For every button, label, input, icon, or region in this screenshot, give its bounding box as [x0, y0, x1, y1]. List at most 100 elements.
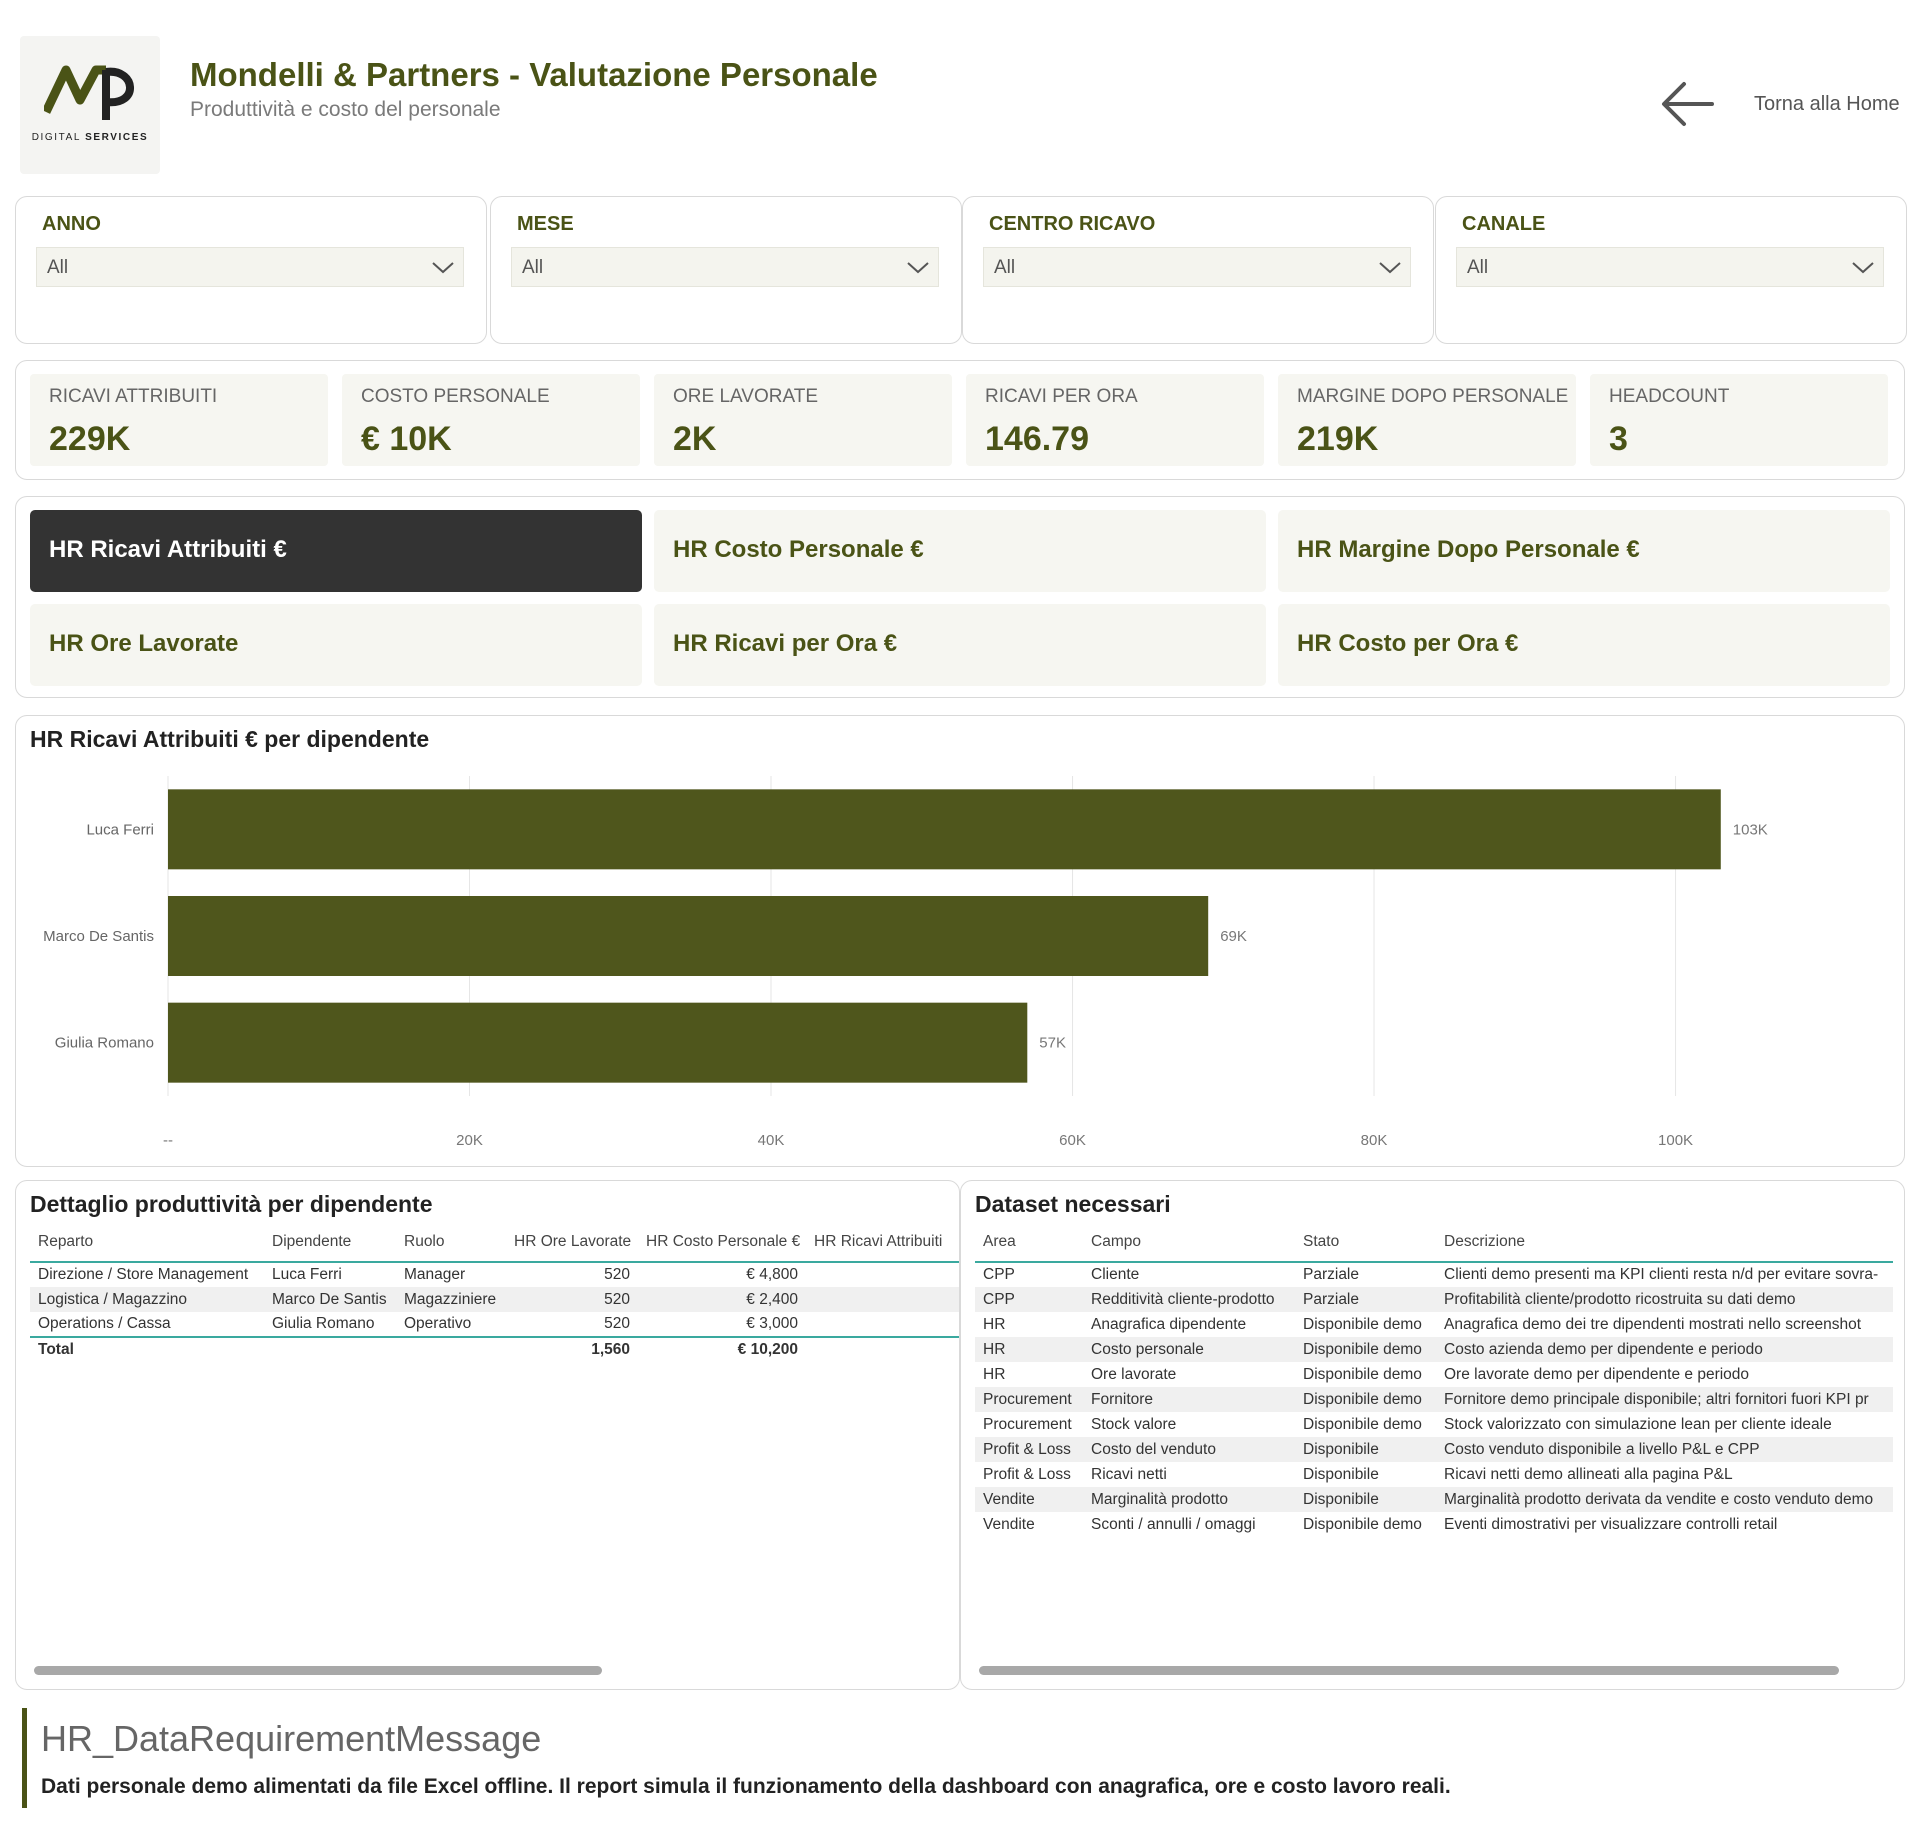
- x-tick-label: --: [163, 1132, 173, 1149]
- table-cell: Profitabilità cliente/prodotto ricostrui…: [1436, 1287, 1893, 1312]
- metric-button-label: HR Ore Lavorate: [49, 630, 239, 657]
- table-cell: Giulia Romano: [272, 1315, 375, 1332]
- table-row[interactable]: Logistica / Magazzino Marco De Santis Maga…: [30, 1287, 959, 1312]
- metric-button-ore-lavorate[interactable]: HR Ore Lavorate: [30, 604, 642, 686]
- detail-table-panel: Dettaglio produttività per dipendente Re…: [15, 1180, 960, 1690]
- table-cell: Direzione / Store Management: [38, 1266, 249, 1283]
- chevron-down-icon: [907, 262, 929, 274]
- table-cell: € 2,400: [638, 1287, 806, 1312]
- table-row[interactable]: Operations / Cassa Giulia Romano Operativo…: [30, 1312, 959, 1337]
- x-tick-label: 100K: [1658, 1132, 1693, 1149]
- table-row[interactable]: Profit & Loss Ricavi netti Disponibile Rica…: [975, 1462, 1893, 1487]
- page-subtitle: Produttività e costo del personale: [190, 98, 501, 121]
- message-title: HR_DataRequirementMessage: [41, 1718, 542, 1759]
- table-cell: Ricavi netti demo allineati alla pagina …: [1444, 1465, 1733, 1483]
- column-header: Ruolo: [396, 1225, 506, 1263]
- table-cell: Costo personale: [1083, 1337, 1295, 1362]
- slicer-value: All: [47, 257, 69, 278]
- column-header: HR Costo Personale €: [638, 1225, 806, 1263]
- table-cell: HR: [975, 1337, 1083, 1362]
- table-cell: Disponibile: [1295, 1437, 1436, 1462]
- table-cell: Parziale: [1295, 1287, 1436, 1312]
- dataset-table-viewport[interactable]: Area Campo Stato Descrizione CPP Cliente Parz…: [975, 1225, 1893, 1645]
- metric-button-costo-personale[interactable]: HR Costo Personale €: [654, 510, 1266, 592]
- horizontal-scrollbar[interactable]: [34, 1666, 602, 1675]
- kpi-label: HEADCOUNT: [1609, 386, 1730, 407]
- table-cell: Marco De Santis: [264, 1287, 396, 1312]
- metric-button-label: HR Costo Personale €: [673, 536, 924, 563]
- kpi-value: 3: [1609, 420, 1628, 458]
- slicer-dropdown[interactable]: All: [983, 247, 1411, 287]
- table-row[interactable]: HR Anagrafica dipendente Disponibile demo A…: [975, 1312, 1893, 1337]
- table-row[interactable]: Vendite Sconti / annulli / omaggi Disponib…: [975, 1512, 1893, 1537]
- chevron-down-icon: [1379, 262, 1401, 274]
- table-row[interactable]: Profit & Loss Costo del venduto Disponibil…: [975, 1437, 1893, 1462]
- table-cell: Profit & Loss: [975, 1437, 1083, 1462]
- horizontal-scrollbar[interactable]: [979, 1666, 1839, 1675]
- total-cell: [264, 1336, 396, 1362]
- table-cell: CPP: [975, 1287, 1083, 1312]
- slicer-label: CENTRO RICAVO: [989, 213, 1156, 235]
- logo-mark-icon: [44, 65, 134, 120]
- table-cell: Clienti demo presenti ma KPI clienti res…: [1444, 1266, 1879, 1283]
- slicer-value: All: [522, 257, 544, 278]
- table-title: Dettaglio produttività per dipendente: [30, 1191, 433, 1217]
- metric-button-margine-dopo-personale[interactable]: HR Margine Dopo Personale €: [1278, 510, 1890, 592]
- back-arrow-icon[interactable]: [1660, 78, 1716, 130]
- table-cell: Parziale: [1303, 1266, 1359, 1283]
- kpi-value: 2K: [673, 420, 717, 458]
- table-row[interactable]: Vendite Marginalità prodotto Disponibile Ma…: [975, 1487, 1893, 1512]
- table-cell: Logistica / Magazzino: [30, 1287, 264, 1312]
- table-cell: Operativo: [404, 1315, 472, 1332]
- bar-chart-panel: HR Ricavi Attribuiti € per dipendente --…: [15, 715, 1905, 1167]
- slicer-centro-ricavo: CENTRO RICAVO All: [962, 196, 1434, 344]
- table-cell: Marginalità prodotto derivata da vendite…: [1436, 1487, 1893, 1512]
- table-row[interactable]: Direzione / Store Management Luca Ferri Ma…: [30, 1262, 959, 1287]
- dataset-table: Area Campo Stato Descrizione CPP Cliente Parz…: [975, 1225, 1893, 1537]
- detail-table-viewport[interactable]: Reparto Dipendente Ruolo HR Ore Lavorate HR …: [30, 1225, 959, 1645]
- total-row: Total 1,560€ 10,200229,0: [30, 1336, 959, 1362]
- table-row[interactable]: CPP Cliente Parziale Clienti demo presenti …: [975, 1262, 1893, 1287]
- detail-table: Reparto Dipendente Ruolo HR Ore Lavorate HR …: [30, 1225, 959, 1362]
- table-cell: Cliente: [1091, 1266, 1140, 1283]
- slicer-dropdown[interactable]: All: [1456, 247, 1884, 287]
- page-title: Mondelli & Partners - Valutazione Person…: [190, 56, 878, 93]
- x-tick-label: 80K: [1361, 1132, 1388, 1149]
- table-row[interactable]: HR Ore lavorate Disponibile demo Ore lavora…: [975, 1362, 1893, 1387]
- table-cell: Sconti / annulli / omaggi: [1091, 1515, 1256, 1533]
- metric-button-costo-per-ora[interactable]: HR Costo per Ora €: [1278, 604, 1890, 686]
- data-label: 103K: [1733, 821, 1768, 838]
- bar: [168, 789, 1721, 870]
- table-cell: Costo del venduto: [1083, 1437, 1295, 1462]
- table-row[interactable]: HR Costo personale Disponibile demo Costo a…: [975, 1337, 1893, 1362]
- slicer-label: ANNO: [42, 213, 101, 235]
- home-link[interactable]: Torna alla Home: [1754, 93, 1900, 116]
- x-tick-label: 20K: [456, 1132, 483, 1149]
- slicer-dropdown[interactable]: All: [511, 247, 939, 287]
- table-row[interactable]: CPP Redditività cliente-prodotto Parziale P…: [975, 1287, 1893, 1312]
- total-cell: € 10,200: [638, 1336, 806, 1362]
- total-cell: Total: [30, 1336, 264, 1362]
- table-cell: Vendite: [975, 1487, 1083, 1512]
- kpi-label: COSTO PERSONALE: [361, 386, 550, 407]
- table-cell: Marginalità prodotto: [1083, 1487, 1295, 1512]
- table-cell: Vendite: [983, 1515, 1035, 1533]
- column-header: HR Ricavi Attribuiti: [806, 1225, 959, 1263]
- chevron-down-icon: [1852, 262, 1874, 274]
- table-row[interactable]: Procurement Fornitore Disponibile demo Forn…: [975, 1387, 1893, 1412]
- metric-button-ricavi-per-ora[interactable]: HR Ricavi per Ora €: [654, 604, 1266, 686]
- table-cell: € 4,800: [746, 1266, 798, 1283]
- total-cell: [396, 1336, 506, 1362]
- slicer-value: All: [1467, 257, 1489, 278]
- table-row[interactable]: Procurement Stock valore Disponibile demo S…: [975, 1412, 1893, 1437]
- logo-text: DIGITAL SERVICES: [31, 132, 149, 143]
- table-cell: Redditività cliente-prodotto: [1083, 1287, 1295, 1312]
- table-cell: Stock valorizzato con simulazione lean p…: [1444, 1415, 1832, 1433]
- table-cell: HR: [983, 1365, 1006, 1383]
- message-text: Dati personale demo alimentati da file E…: [41, 1775, 1451, 1798]
- metric-button-ricavi-attribuiti[interactable]: HR Ricavi Attribuiti €: [30, 510, 642, 592]
- table-cell: Stock valore: [1091, 1415, 1177, 1433]
- slicer-label: MESE: [517, 213, 574, 235]
- slicer-dropdown[interactable]: All: [36, 247, 464, 287]
- metric-selector: HR Ricavi Attribuiti € HR Costo Personal…: [15, 496, 1905, 698]
